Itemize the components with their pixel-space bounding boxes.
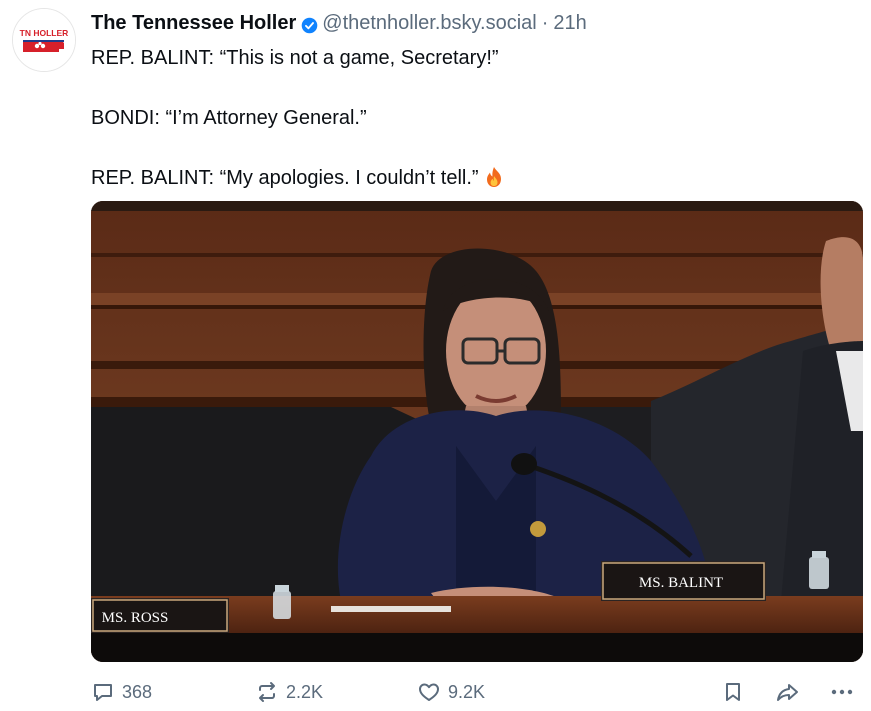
post-line-2: BONDI: “I’m Attorney General.”	[91, 107, 367, 129]
post-header: The Tennessee Holler @thetnholler.bsky.s…	[91, 10, 587, 36]
reply-count: 368	[122, 681, 153, 702]
more-icon	[829, 680, 855, 704]
nameplate-ms-balint: MS. BALINT	[639, 575, 723, 591]
bookmark-button[interactable]	[721, 676, 745, 708]
post-text: REP. BALINT: “This is not a game, Secret…	[91, 43, 503, 193]
post-line-3-text: REP. BALINT: “My apologies. I couldn’t t…	[91, 167, 479, 189]
post-line-1: REP. BALINT: “This is not a game, Secret…	[91, 47, 499, 69]
repost-count: 2.2K	[286, 681, 324, 702]
more-options-button[interactable]	[829, 676, 855, 708]
reply-button[interactable]: 368	[91, 676, 152, 708]
share-icon	[775, 680, 801, 704]
author-handle[interactable]: @thetnholler.bsky.social	[322, 10, 536, 36]
repost-icon	[255, 680, 279, 704]
post-actions: 368 2.2K 9.2K	[0, 676, 871, 708]
post-line-3: REP. BALINT: “My apologies. I couldn’t t…	[91, 163, 503, 193]
author-name[interactable]: The Tennessee Holler	[91, 10, 296, 36]
nameplate-ms-ross: MS. ROSS	[102, 610, 169, 626]
reply-icon	[91, 680, 115, 704]
separator-dot: ·	[541, 12, 549, 34]
like-icon	[417, 680, 441, 704]
post-timestamp[interactable]: 21h	[553, 10, 586, 36]
avatar[interactable]: TN HOLLER	[12, 8, 76, 72]
avatar-logo-text: TN HOLLER	[20, 28, 69, 38]
repost-button[interactable]: 2.2K	[255, 676, 323, 708]
share-button[interactable]	[775, 676, 801, 708]
hearing-video-frame: MS. ROSS MS. BALINT	[91, 201, 863, 662]
bookmark-icon	[721, 680, 745, 704]
like-count: 9.2K	[448, 681, 486, 702]
tn-holler-logo: TN HOLLER	[13, 9, 75, 71]
fire-icon	[485, 166, 503, 188]
like-button[interactable]: 9.2K	[417, 676, 485, 708]
verified-badge-icon	[301, 15, 318, 33]
post-video[interactable]: MS. ROSS MS. BALINT	[91, 201, 863, 662]
